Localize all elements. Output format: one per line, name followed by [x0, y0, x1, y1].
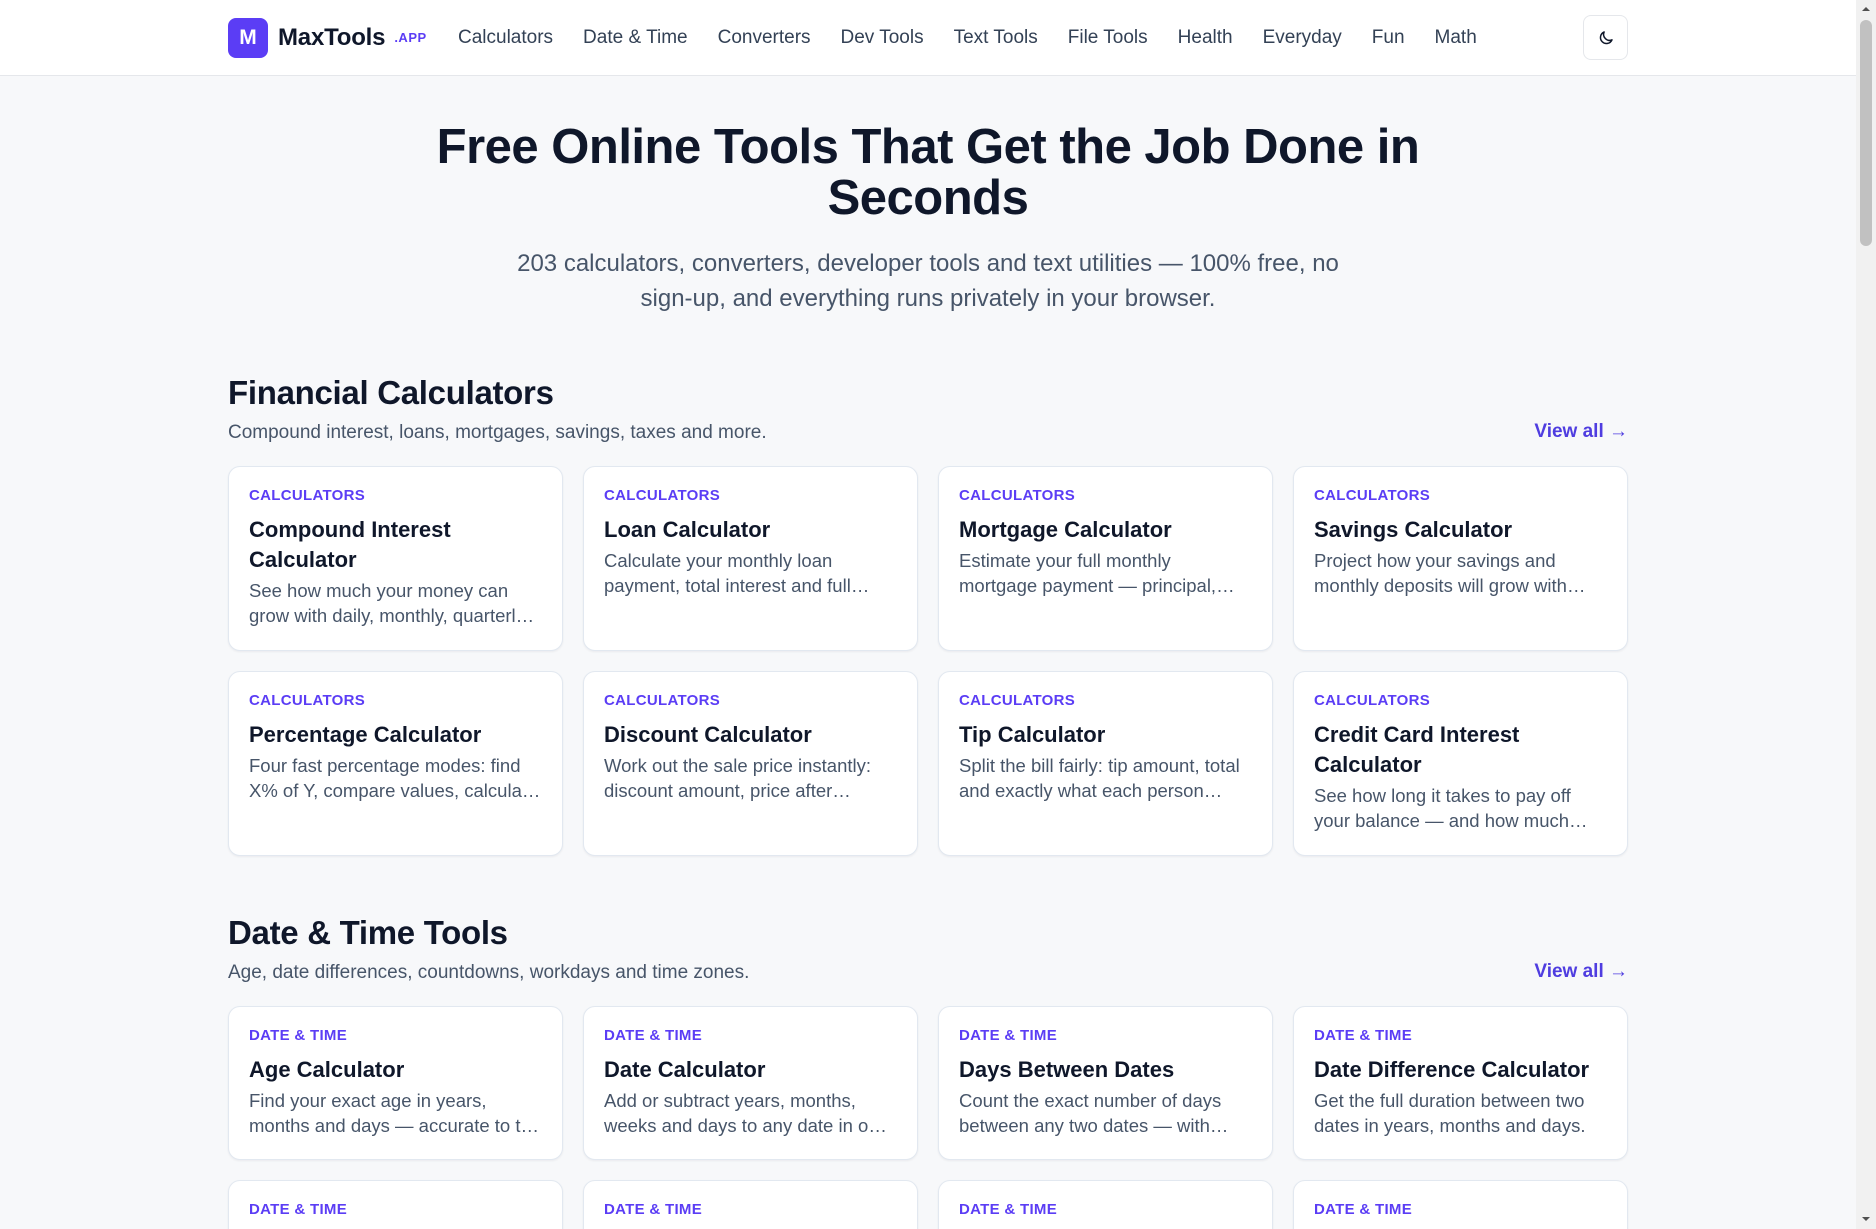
tool-card[interactable]: Calculators Loan Calculator Calculate yo…: [583, 466, 918, 651]
card-title: Savings Calculator: [1314, 517, 1513, 542]
card-category: Date & Time: [1314, 1201, 1413, 1218]
nav-dev-tools[interactable]: Dev Tools: [841, 27, 924, 49]
card-category: Date & Time: [249, 1201, 348, 1218]
tool-card[interactable]: Date & Time Days Between Dates Count the…: [938, 1006, 1273, 1160]
card-category: Date & Time: [959, 1027, 1058, 1044]
page-scrollbar[interactable]: [1856, 0, 1876, 1229]
card-category: Calculators: [249, 692, 366, 709]
card-title: Date Calculator: [604, 1057, 766, 1082]
card-description: See how much your money can grow with da…: [249, 580, 525, 626]
card-category: Calculators: [604, 692, 721, 709]
tool-card[interactable]: Date & Time Age Calculator Find your exa…: [228, 1006, 563, 1160]
tool-card[interactable]: Calculators Credit Card Interest Calcula…: [1293, 671, 1628, 856]
card-title: Mortgage Calculator: [959, 517, 1172, 542]
section-title-financial: Financial Calculators: [228, 374, 554, 411]
brand-logo-link[interactable]: M MaxTools .APP: [228, 18, 427, 58]
nav-calculators[interactable]: Calculators: [458, 27, 553, 49]
tool-card[interactable]: Calculators Compound Interest Calculator…: [228, 466, 563, 651]
tool-card[interactable]: Calculators Savings Calculator Project h…: [1293, 466, 1628, 651]
card-category: Calculators: [604, 487, 721, 504]
card-title: Loan Calculator: [604, 517, 771, 542]
scroll-down-arrow-icon[interactable]: [1861, 1214, 1871, 1224]
financial-card-grid: Calculators Compound Interest Calculator…: [228, 466, 1629, 856]
card-title: Tip Calculator: [959, 722, 1106, 747]
nav-math[interactable]: Math: [1435, 27, 1477, 49]
hero-title: Free Online Tools That Get the Job Done …: [436, 120, 1420, 225]
card-title: Percentage Calculator: [249, 722, 482, 747]
card-title: Date Difference Calculator: [1314, 1057, 1590, 1082]
tool-card[interactable]: Date & Time Date Calculator Add or subtr…: [583, 1006, 918, 1160]
card-title: Days Between Dates: [959, 1057, 1175, 1082]
card-title: Age Calculator: [249, 1057, 405, 1082]
nav-converters[interactable]: Converters: [718, 27, 811, 49]
card-description: Work out the sale price instantly: disco…: [604, 755, 872, 801]
hero-subtitle: 203 calculators, converters, developer t…: [517, 250, 1339, 312]
moon-icon: [1599, 30, 1613, 44]
nav-date-time[interactable]: Date & Time: [583, 27, 688, 49]
card-description: Get the full duration between two dates …: [1314, 1090, 1586, 1136]
card-category: Date & Time: [959, 1201, 1058, 1218]
logo-mark: M: [228, 18, 268, 58]
scrollbar-thumb[interactable]: [1860, 20, 1872, 246]
nav-everyday[interactable]: Everyday: [1263, 27, 1342, 49]
card-category: Date & Time: [604, 1027, 703, 1044]
tool-card[interactable]: Calculators Discount Calculator Work out…: [583, 671, 918, 856]
card-description: Count the exact number of days between a…: [959, 1090, 1222, 1136]
card-category: Date & Time: [1314, 1027, 1413, 1044]
page: M MaxTools .APP Calculators Date & Time …: [0, 0, 1876, 1229]
tool-card[interactable]: Date & Time: [938, 1180, 1273, 1229]
card-description: See how long it takes to pay off your ba…: [1314, 785, 1571, 831]
card-category: Date & Time: [249, 1027, 348, 1044]
section-title-date-time: Date & Time Tools: [228, 914, 508, 951]
view-all-financial-link[interactable]: View all →: [1534, 421, 1628, 443]
top-navbar: M MaxTools .APP Calculators Date & Time …: [0, 0, 1856, 76]
card-title: Compound Interest Calculator: [249, 517, 451, 572]
brand-tld: .APP: [394, 29, 427, 45]
section-desc-date-time: Age, date differences, countdowns, workd…: [228, 962, 750, 983]
tool-card[interactable]: Date & Time Date Difference Calculator G…: [1293, 1006, 1628, 1160]
card-description: Project how your savings and monthly dep…: [1314, 550, 1567, 596]
card-title: Discount Calculator: [604, 722, 812, 747]
tool-card[interactable]: Calculators Mortgage Calculator Estimate…: [938, 466, 1273, 651]
card-description: Calculate your monthly loan payment, tot…: [604, 550, 851, 596]
section-desc-financial: Compound interest, loans, mortgages, sav…: [228, 422, 767, 443]
card-description: Add or subtract years, months, weeks and…: [604, 1090, 889, 1136]
scroll-up-arrow-icon[interactable]: [1861, 4, 1871, 14]
card-title: Credit Card Interest Calculator: [1314, 722, 1520, 777]
card-description: Split the bill fairly: tip amount, total…: [959, 755, 1240, 801]
view-all-date-time-link[interactable]: View all →: [1534, 961, 1628, 983]
card-category: Calculators: [959, 487, 1076, 504]
date-time-card-grid: Date & Time Age Calculator Find your exa…: [228, 1006, 1629, 1229]
tool-card[interactable]: Date & Time: [583, 1180, 918, 1229]
tool-card[interactable]: Date & Time: [228, 1180, 563, 1229]
tool-card[interactable]: Calculators Percentage Calculator Four f…: [228, 671, 563, 856]
card-category: Calculators: [1314, 487, 1431, 504]
nav-fun[interactable]: Fun: [1372, 27, 1405, 49]
nav-health[interactable]: Health: [1178, 27, 1233, 49]
tool-card[interactable]: Date & Time: [1293, 1180, 1628, 1229]
tool-card[interactable]: Calculators Tip Calculator Split the bil…: [938, 671, 1273, 856]
card-category: Calculators: [249, 487, 366, 504]
card-category: Calculators: [959, 692, 1076, 709]
card-description: Estimate your full monthly mortgage paym…: [959, 550, 1217, 596]
nav-file-tools[interactable]: File Tools: [1068, 27, 1148, 49]
main-nav: Calculators Date & Time Converters Dev T…: [458, 0, 1507, 76]
nav-text-tools[interactable]: Text Tools: [954, 27, 1038, 49]
card-description: Find your exact age in years, months and…: [249, 1090, 542, 1136]
theme-toggle-button[interactable]: [1583, 15, 1628, 60]
brand-name: MaxTools: [278, 24, 386, 51]
card-description: Four fast percentage modes: find X% of Y…: [249, 755, 538, 801]
card-category: Date & Time: [604, 1201, 703, 1218]
card-category: Calculators: [1314, 692, 1431, 709]
